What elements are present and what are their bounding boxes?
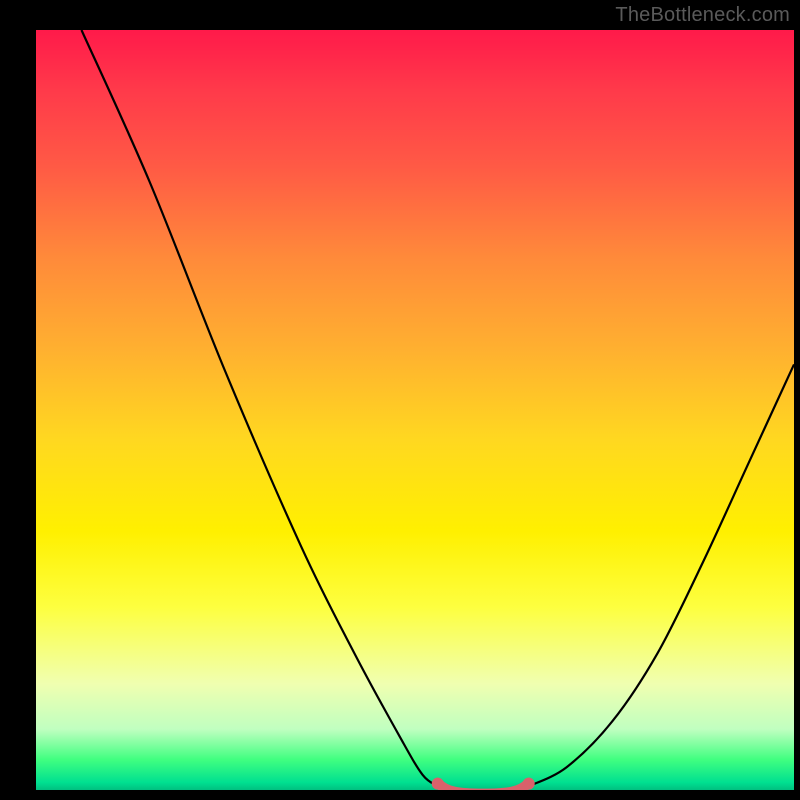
curve-left-line xyxy=(81,30,437,786)
watermark-text: TheBottleneck.com xyxy=(615,4,790,27)
valley-marker-dot-left xyxy=(432,778,444,790)
valley-marker xyxy=(438,783,529,790)
valley-marker-dot-right xyxy=(523,778,535,790)
chart-svg xyxy=(36,30,794,790)
curve-right-line xyxy=(529,364,794,786)
chart-plot-area xyxy=(36,30,794,790)
